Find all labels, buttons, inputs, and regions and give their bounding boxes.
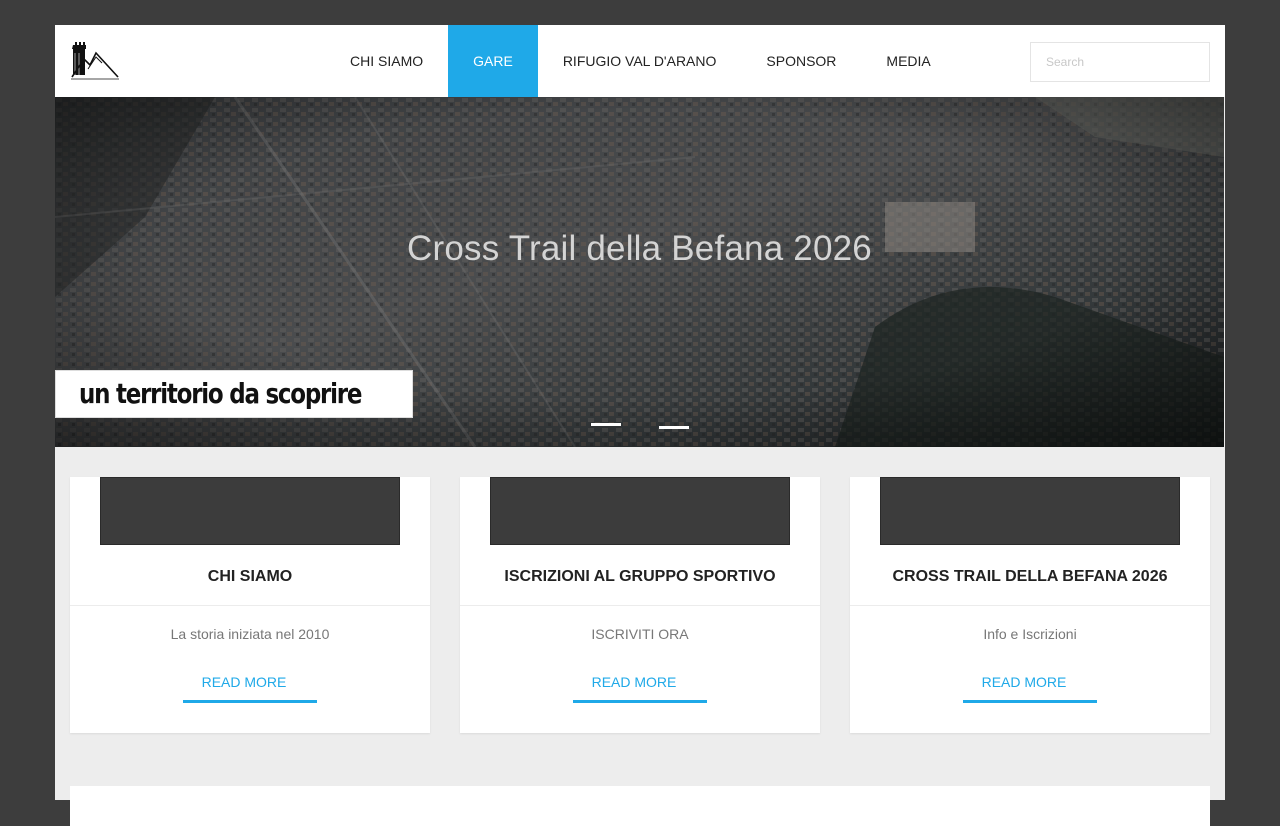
nav-item-chi-siamo[interactable]: CHI SIAMO — [325, 25, 448, 97]
content-panel — [70, 786, 1210, 826]
castle-mountain-logo-icon — [71, 42, 119, 80]
card-cross-trail: CROSS TRAIL DELLA BEFANA 2026 Info e Isc… — [850, 477, 1210, 733]
nav-item-media[interactable]: MEDIA — [861, 25, 955, 97]
read-more-button[interactable]: READ MORE — [963, 670, 1097, 703]
card-text: La storia iniziata nel 2010 — [170, 626, 330, 642]
card-image — [490, 477, 790, 545]
card-title: CHI SIAMO — [207, 568, 293, 585]
nav-item-rifugio-val-darano[interactable]: RIFUGIO VAL D'ARANO — [538, 25, 742, 97]
site-logo[interactable] — [70, 39, 120, 81]
hero-title: Cross Trail della Befana 2026 — [407, 229, 872, 268]
nav-item-gare[interactable]: GARE — [448, 25, 538, 97]
card-divider — [460, 605, 820, 606]
tagline-text: un territorio da scoprire — [79, 377, 362, 410]
carousel-indicator-1[interactable] — [591, 423, 621, 426]
page: CHI SIAMO GARE RIFUGIO VAL D'ARANO SPONS… — [55, 25, 1225, 826]
search-input[interactable] — [1030, 42, 1210, 82]
card-iscrizioni: ISCRIZIONI AL GRUPPO SPORTIVO ISCRIVITI … — [460, 477, 820, 733]
card-divider — [70, 605, 430, 606]
carousel-indicator-2[interactable] — [659, 426, 689, 429]
card-text: ISCRIVITI ORA — [591, 626, 689, 642]
read-more-button[interactable]: READ MORE — [183, 670, 317, 703]
card-divider — [850, 605, 1210, 606]
card-image — [100, 477, 400, 545]
hero-carousel[interactable]: Cross Trail della Befana 2026 un territo… — [55, 97, 1224, 447]
card-title: CROSS TRAIL DELLA BEFANA 2026 — [892, 568, 1168, 585]
main-nav: CHI SIAMO GARE RIFUGIO VAL D'ARANO SPONS… — [325, 25, 956, 97]
site-header: CHI SIAMO GARE RIFUGIO VAL D'ARANO SPONS… — [55, 25, 1225, 97]
read-more-button[interactable]: READ MORE — [573, 670, 707, 703]
tagline-banner: un territorio da scoprire — [55, 370, 413, 418]
card-title: ISCRIZIONI AL GRUPPO SPORTIVO — [504, 568, 776, 585]
card-text: Info e Iscrizioni — [983, 626, 1077, 642]
card-chi-siamo: CHI SIAMO La storia iniziata nel 2010 RE… — [70, 477, 430, 733]
nav-item-sponsor[interactable]: SPONSOR — [741, 25, 861, 97]
card-image — [880, 477, 1180, 545]
